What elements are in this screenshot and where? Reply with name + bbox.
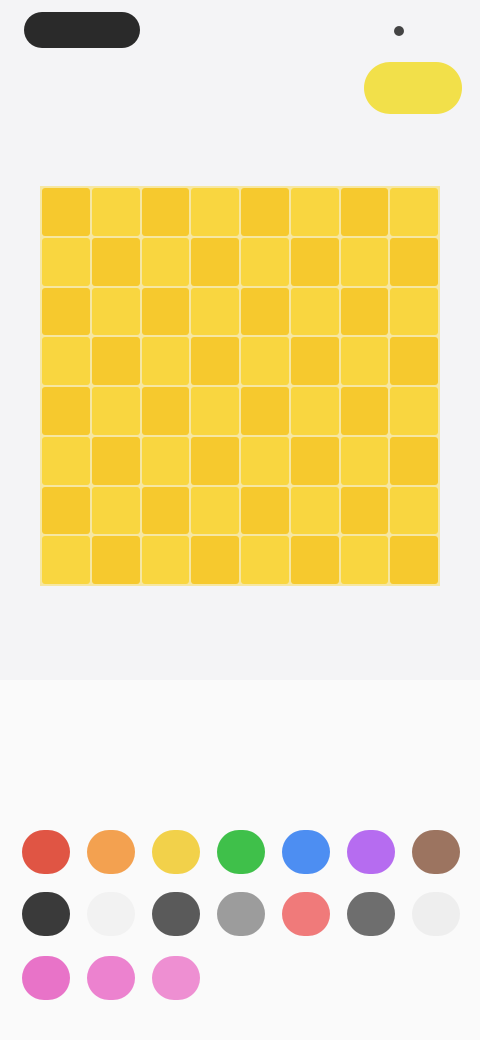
pixel-cell[interactable]: [390, 237, 438, 286]
pixel-cell[interactable]: [241, 436, 289, 485]
pixel-cell[interactable]: [390, 436, 438, 485]
info-icon: [394, 26, 404, 36]
pixel-cell[interactable]: [141, 387, 190, 435]
pixel-cell[interactable]: [390, 337, 438, 385]
pixel-cell[interactable]: [191, 486, 239, 535]
pixel-cell[interactable]: [141, 436, 190, 485]
pixel-cell[interactable]: [290, 337, 339, 385]
pixel-cell[interactable]: [290, 536, 339, 584]
pixel-cell[interactable]: [91, 536, 140, 584]
pixel-cell[interactable]: [191, 337, 239, 385]
pixel-cell[interactable]: [340, 486, 389, 535]
back-button[interactable]: [24, 12, 140, 48]
pixel-cell[interactable]: [91, 188, 140, 236]
pixel-cell[interactable]: [340, 387, 389, 435]
pixel-cell[interactable]: [42, 436, 90, 485]
color-swatch-pink[interactable]: [22, 956, 70, 1000]
pixel-cell[interactable]: [241, 287, 289, 336]
pixel-cell[interactable]: [42, 536, 90, 584]
color-swatch-yellow[interactable]: [152, 830, 200, 874]
pixel-cell[interactable]: [290, 188, 339, 236]
pixel-cell[interactable]: [91, 387, 140, 435]
pixel-cell[interactable]: [290, 486, 339, 535]
pixel-cell[interactable]: [191, 188, 239, 236]
color-swatch-pink-red[interactable]: [282, 892, 330, 936]
pixel-cell[interactable]: [91, 486, 140, 535]
color-swatch-red[interactable]: [22, 830, 70, 874]
color-swatch-brown[interactable]: [412, 830, 460, 874]
color-swatch-charcoal[interactable]: [152, 892, 200, 936]
color-swatch-slate[interactable]: [347, 892, 395, 936]
pixel-cell[interactable]: [340, 237, 389, 286]
top-right-link[interactable]: [356, 20, 446, 42]
palette-panel: [0, 680, 480, 1040]
pixel-cell[interactable]: [141, 486, 190, 535]
pixel-cell[interactable]: [91, 237, 140, 286]
pixel-cell[interactable]: [42, 486, 90, 535]
pixel-cell[interactable]: [390, 188, 438, 236]
color-swatch-light-pink[interactable]: [87, 956, 135, 1000]
color-swatch-green[interactable]: [217, 830, 265, 874]
pixel-cell[interactable]: [91, 337, 140, 385]
pixel-cell[interactable]: [241, 486, 289, 535]
color-swatch-orange[interactable]: [87, 830, 135, 874]
primary-action-button[interactable]: [364, 62, 462, 114]
pixel-cell[interactable]: [241, 188, 289, 236]
pixel-cell[interactable]: [141, 287, 190, 336]
pixel-cell[interactable]: [91, 287, 140, 336]
pixel-cell[interactable]: [42, 387, 90, 435]
pixel-cell[interactable]: [191, 436, 239, 485]
pixel-cell[interactable]: [390, 287, 438, 336]
pixel-cell[interactable]: [241, 237, 289, 286]
pixel-cell[interactable]: [141, 536, 190, 584]
color-swatch-dark-gray[interactable]: [22, 892, 70, 936]
pixel-cell[interactable]: [340, 337, 389, 385]
pixel-cell[interactable]: [42, 337, 90, 385]
pixel-cell[interactable]: [42, 237, 90, 286]
pixel-cell[interactable]: [191, 237, 239, 286]
color-swatch-off-white[interactable]: [412, 892, 460, 936]
color-swatch-blush[interactable]: [152, 956, 200, 1000]
color-swatch-purple[interactable]: [347, 830, 395, 874]
pixel-cell[interactable]: [390, 536, 438, 584]
pixel-cell[interactable]: [191, 536, 239, 584]
app-screen: [0, 0, 480, 1040]
pixel-cell[interactable]: [340, 287, 389, 336]
pixel-cell[interactable]: [290, 436, 339, 485]
color-swatch-white[interactable]: [87, 892, 135, 936]
pixel-cell[interactable]: [290, 237, 339, 286]
pixel-cell[interactable]: [141, 237, 190, 286]
pixel-cell[interactable]: [241, 536, 289, 584]
pixel-cell[interactable]: [241, 337, 289, 385]
pixel-cell[interactable]: [191, 287, 239, 336]
pixel-cell[interactable]: [42, 188, 90, 236]
pixel-cell[interactable]: [91, 436, 140, 485]
pixel-cell[interactable]: [241, 387, 289, 435]
color-swatch-blue[interactable]: [282, 830, 330, 874]
pixel-cell[interactable]: [191, 387, 239, 435]
pixel-cell[interactable]: [390, 486, 438, 535]
pixel-cell[interactable]: [42, 287, 90, 336]
pixel-cell[interactable]: [290, 287, 339, 336]
pixel-cell[interactable]: [340, 536, 389, 584]
color-swatch-gray[interactable]: [217, 892, 265, 936]
pixel-cell[interactable]: [340, 188, 389, 236]
pixel-cell[interactable]: [141, 188, 190, 236]
pixel-cell[interactable]: [390, 387, 438, 435]
pixel-canvas[interactable]: [40, 186, 440, 586]
pixel-cell[interactable]: [290, 387, 339, 435]
pixel-cell[interactable]: [340, 436, 389, 485]
pixel-cell[interactable]: [141, 337, 190, 385]
